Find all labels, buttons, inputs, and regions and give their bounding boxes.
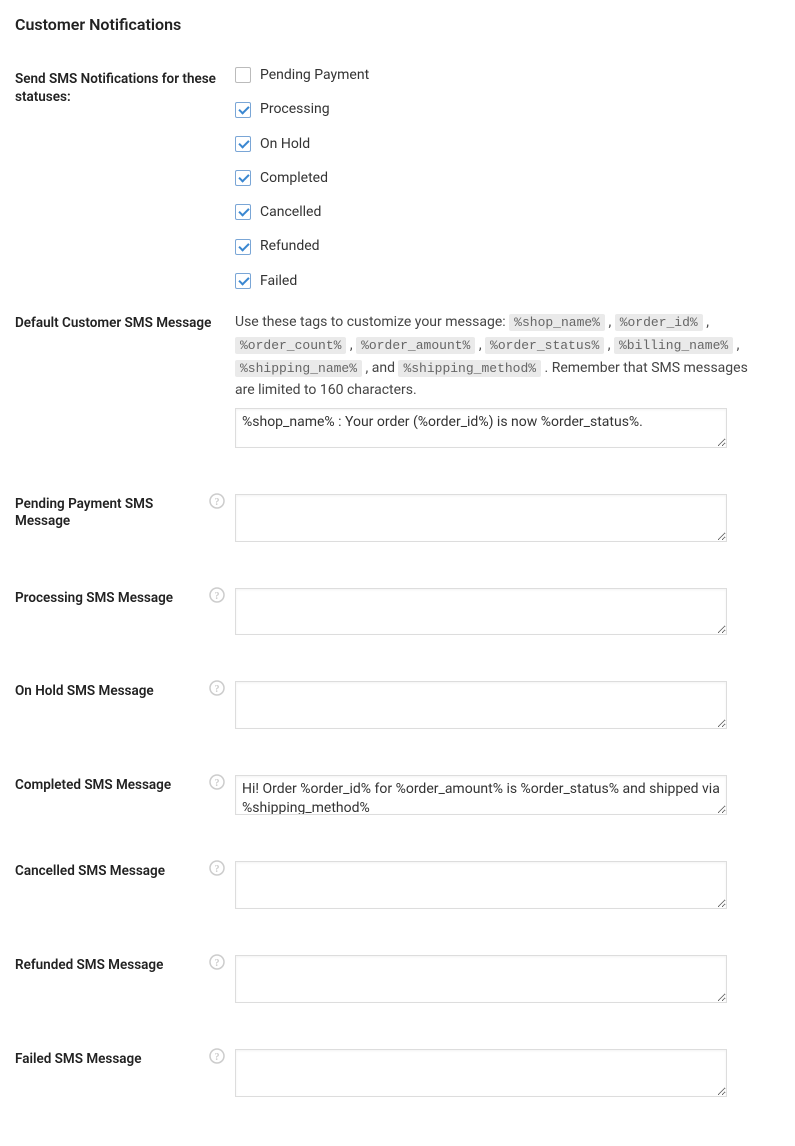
- status-checkbox[interactable]: [235, 102, 251, 118]
- status-checkbox[interactable]: [235, 170, 251, 186]
- svg-text:?: ?: [215, 864, 220, 875]
- message-textarea[interactable]: [235, 588, 727, 636]
- status-checkbox[interactable]: [235, 273, 251, 289]
- status-option[interactable]: Pending Payment: [235, 67, 770, 83]
- help-icon[interactable]: ?: [209, 774, 225, 790]
- template-tag: %billing_name%: [614, 337, 733, 354]
- svg-text:?: ?: [215, 778, 220, 789]
- status-option-label: On Hold: [260, 136, 310, 152]
- message-field-label: Pending Payment SMS Message: [15, 496, 203, 531]
- status-checkbox[interactable]: [235, 239, 251, 255]
- message-field-label: Refunded SMS Message: [15, 957, 203, 975]
- template-tag: %shop_name%: [509, 314, 605, 331]
- help-icon[interactable]: ?: [209, 860, 225, 876]
- svg-text:?: ?: [215, 497, 220, 508]
- section-title: Customer Notifications: [15, 15, 780, 34]
- status-option[interactable]: Failed: [235, 273, 770, 289]
- template-tag: %order_amount%: [356, 337, 475, 354]
- status-option-label: Processing: [260, 101, 330, 117]
- status-checkbox[interactable]: [235, 67, 251, 83]
- message-field-label: Processing SMS Message: [15, 590, 203, 608]
- template-tag: %shipping_name%: [235, 360, 362, 377]
- default-message-label: Default Customer SMS Message: [15, 303, 235, 482]
- status-option-label: Cancelled: [260, 204, 321, 220]
- help-icon[interactable]: ?: [209, 493, 225, 509]
- message-textarea[interactable]: [235, 775, 727, 815]
- status-option[interactable]: Cancelled: [235, 204, 770, 220]
- template-tag: %order_id%: [615, 314, 703, 331]
- help-icon[interactable]: ?: [209, 587, 225, 603]
- default-message-description: Use these tags to customize your message…: [235, 311, 755, 402]
- message-field-label: Completed SMS Message: [15, 777, 203, 795]
- help-icon[interactable]: ?: [209, 1048, 225, 1064]
- status-option[interactable]: Completed: [235, 170, 770, 186]
- message-textarea[interactable]: [235, 1049, 727, 1097]
- default-message-textarea[interactable]: [235, 408, 727, 448]
- message-textarea[interactable]: [235, 861, 727, 909]
- status-checkbox[interactable]: [235, 204, 251, 220]
- status-option-label: Completed: [260, 170, 328, 186]
- help-icon[interactable]: ?: [209, 954, 225, 970]
- svg-text:?: ?: [215, 684, 220, 695]
- message-textarea[interactable]: [235, 681, 727, 729]
- statuses-label: Send SMS Notifications for these statuse…: [15, 59, 235, 303]
- message-field-label: Failed SMS Message: [15, 1051, 203, 1069]
- message-textarea[interactable]: [235, 955, 727, 1003]
- status-checkbox[interactable]: [235, 136, 251, 152]
- statuses-checkbox-list: Pending Payment Processing On Hold Complete…: [235, 67, 770, 289]
- status-option[interactable]: On Hold: [235, 136, 770, 152]
- template-tag: %shipping_method%: [398, 360, 541, 377]
- status-option-label: Pending Payment: [260, 67, 369, 83]
- status-option-label: Refunded: [260, 238, 320, 254]
- svg-text:?: ?: [215, 958, 220, 969]
- message-field-label: Cancelled SMS Message: [15, 863, 203, 881]
- status-option[interactable]: Refunded: [235, 238, 770, 254]
- status-option-label: Failed: [260, 273, 297, 289]
- help-icon[interactable]: ?: [209, 680, 225, 696]
- svg-text:?: ?: [215, 1052, 220, 1063]
- message-textarea[interactable]: [235, 494, 727, 542]
- status-option[interactable]: Processing: [235, 101, 770, 117]
- template-tag: %order_count%: [235, 337, 346, 354]
- template-tag: %order_status%: [485, 337, 604, 354]
- svg-text:?: ?: [215, 591, 220, 602]
- message-field-label: On Hold SMS Message: [15, 683, 203, 701]
